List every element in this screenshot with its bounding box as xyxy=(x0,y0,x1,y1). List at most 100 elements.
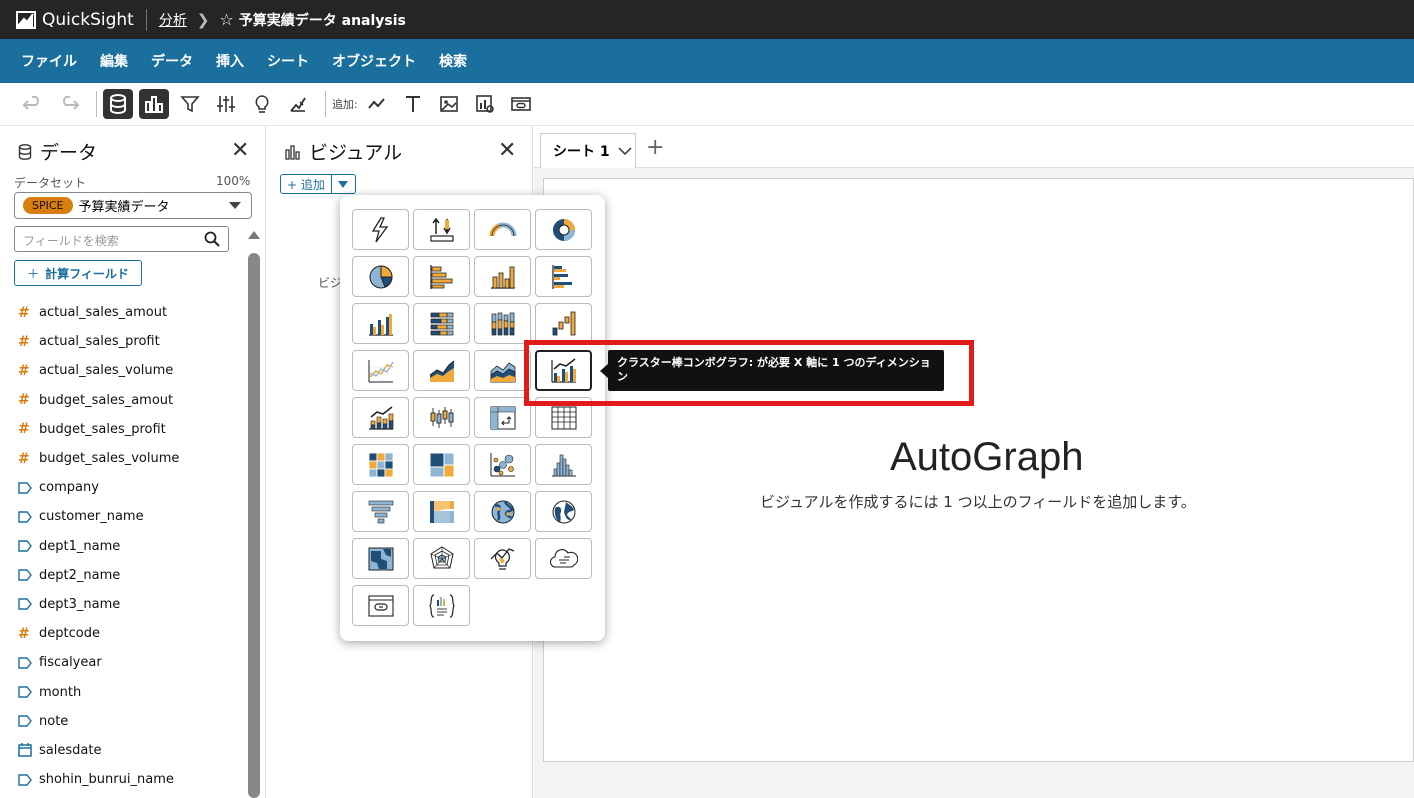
add-insight-button[interactable] xyxy=(470,89,500,119)
visuals-pane-button[interactable] xyxy=(139,89,169,119)
field-search-input[interactable]: フィールドを検索 xyxy=(14,226,229,252)
chevron-down-icon[interactable] xyxy=(618,146,632,156)
add-visual-dropdown[interactable] xyxy=(330,175,355,193)
autograph-title: AutoGraph xyxy=(890,435,1084,479)
star-icon[interactable]: ☆ xyxy=(219,10,233,29)
autograph-visual[interactable]: AutoGraph ビジュアルを作成するには 1 つ以上のフィールドを追加します… xyxy=(543,178,1414,762)
visual-type-sankey-button[interactable] xyxy=(413,491,470,532)
add-sheet-icon[interactable]: + xyxy=(646,135,664,160)
quicksight-logo[interactable]: QuickSight xyxy=(16,10,134,30)
visual-type-kpi-button[interactable] xyxy=(352,209,409,250)
field-item[interactable]: month xyxy=(18,677,243,706)
field-item[interactable]: fiscalyear xyxy=(18,648,243,677)
field-item[interactable]: # actual_sales_volume xyxy=(18,356,243,385)
visual-type-box-plot-button[interactable] xyxy=(413,397,470,438)
menu-data[interactable]: データ xyxy=(151,51,193,71)
field-item[interactable]: salesdate xyxy=(18,736,243,765)
visual-type-line-button[interactable] xyxy=(352,350,409,391)
menu-insert[interactable]: 挿入 xyxy=(216,51,244,71)
add-visual-button[interactable] xyxy=(362,89,392,119)
scroll-up-arrow[interactable] xyxy=(248,231,260,239)
field-item[interactable]: # budget_sales_profit xyxy=(18,415,243,444)
toolbar-divider xyxy=(325,91,326,117)
field-item[interactable]: customer_name xyxy=(18,502,243,531)
visuals-panel-title-text: ビジュアル xyxy=(309,142,403,164)
custom-visual-icon xyxy=(367,594,394,617)
add-visual-label[interactable]: + 追加 xyxy=(281,175,331,193)
visual-type-pivot-table-button[interactable] xyxy=(474,397,531,438)
field-item[interactable]: # actual_sales_profit xyxy=(18,327,243,356)
visual-type-clustered-horizontal-bar-button[interactable] xyxy=(535,256,592,297)
add-visual-text: 追加 xyxy=(300,178,325,192)
visual-type-pie-button[interactable] xyxy=(352,256,409,297)
tab-sheet-1[interactable]: シート 1 xyxy=(540,133,636,168)
visual-type-area-button[interactable] xyxy=(413,350,470,391)
caret-down-icon xyxy=(338,180,349,188)
visual-type-points-on-map-button[interactable] xyxy=(474,491,531,532)
field-name: budget_sales_amout xyxy=(39,392,174,408)
data-pane-button[interactable] xyxy=(103,89,133,119)
visual-type-tree-map-button[interactable] xyxy=(413,444,470,485)
add-embed-button[interactable] xyxy=(506,89,536,119)
field-item[interactable]: # budget_sales_volume xyxy=(18,444,243,473)
add-text-button[interactable] xyxy=(398,89,428,119)
field-item[interactable]: dept3_name xyxy=(18,590,243,619)
field-item[interactable]: # deptcode xyxy=(18,619,243,648)
visual-type-top-bottom-ranked-button[interactable] xyxy=(413,209,470,250)
add-image-button[interactable] xyxy=(434,89,464,119)
visual-type-text-box-button[interactable] xyxy=(413,585,470,626)
visual-type-stacked-horizontal-bar-button[interactable] xyxy=(413,303,470,344)
breadcrumb-analysis-link[interactable]: 分析 xyxy=(159,10,187,30)
visual-type-radar-button[interactable] xyxy=(413,538,470,579)
redo-button[interactable] xyxy=(54,89,84,119)
field-item[interactable]: shohin_bunrui_name xyxy=(18,765,243,794)
close-icon[interactable]: ✕ xyxy=(231,138,249,163)
visual-type-funnel-button[interactable] xyxy=(352,491,409,532)
menu-object[interactable]: オブジェクト xyxy=(332,51,416,71)
visual-type-layer-map-button[interactable] xyxy=(352,538,409,579)
visual-type-horizontal-bar-button[interactable] xyxy=(413,256,470,297)
themes-button[interactable] xyxy=(283,89,313,119)
menu-file[interactable]: ファイル xyxy=(21,51,77,71)
tree-map-icon xyxy=(429,452,454,477)
bar-chart-icon xyxy=(285,144,300,160)
visual-type-insight-button[interactable] xyxy=(474,538,531,579)
parameters-button[interactable] xyxy=(211,89,241,119)
measure-hash-icon: # xyxy=(18,304,30,321)
field-item[interactable]: dept1_name xyxy=(18,532,243,561)
visual-type-picker xyxy=(340,195,605,641)
insights-button[interactable] xyxy=(247,89,277,119)
analysis-title[interactable]: 予算実績データ analysis xyxy=(239,10,406,30)
visual-type-clustered-vertical-bar-button[interactable] xyxy=(352,303,409,344)
stacked-vertical-bar-icon xyxy=(491,312,514,335)
menu-edit[interactable]: 編集 xyxy=(100,51,128,71)
visual-type-custom-visual-button[interactable] xyxy=(352,585,409,626)
filter-button[interactable] xyxy=(175,89,205,119)
field-search-placeholder: フィールドを検索 xyxy=(23,234,119,248)
visual-type-filled-map-button[interactable] xyxy=(535,491,592,532)
visual-type-waterfall-button[interactable] xyxy=(535,303,592,344)
visual-type-heat-map-button[interactable] xyxy=(352,444,409,485)
dataset-select[interactable]: SPICE 予算実績データ xyxy=(14,192,252,219)
visual-type-gauge-button[interactable] xyxy=(474,209,531,250)
visual-type-vertical-bar-button[interactable] xyxy=(474,256,531,297)
visual-type-scatter-button[interactable] xyxy=(474,444,531,485)
menu-sheet[interactable]: シート xyxy=(267,51,309,71)
field-item[interactable]: note xyxy=(18,707,243,736)
visual-type-histogram-button[interactable] xyxy=(535,444,592,485)
add-visual-split-button[interactable]: + 追加 xyxy=(280,174,356,194)
undo-button[interactable] xyxy=(18,89,48,119)
visual-type-stacked-area-button[interactable] xyxy=(474,350,531,391)
field-item[interactable]: # budget_sales_amout xyxy=(18,386,243,415)
visual-type-donut-button[interactable] xyxy=(535,209,592,250)
scrollbar[interactable] xyxy=(248,253,260,798)
visual-type-word-cloud-button[interactable] xyxy=(535,538,592,579)
menu-search[interactable]: 検索 xyxy=(439,51,467,71)
field-item[interactable]: # actual_sales_amout xyxy=(18,298,243,327)
visual-type-stacked-bar-combo-button[interactable] xyxy=(352,397,409,438)
visual-type-stacked-vertical-bar-button[interactable] xyxy=(474,303,531,344)
close-icon[interactable]: ✕ xyxy=(498,138,516,163)
add-calculated-field-button[interactable]: ＋ 計算フィールド xyxy=(14,260,142,286)
field-item[interactable]: company xyxy=(18,473,243,502)
field-item[interactable]: dept2_name xyxy=(18,561,243,590)
